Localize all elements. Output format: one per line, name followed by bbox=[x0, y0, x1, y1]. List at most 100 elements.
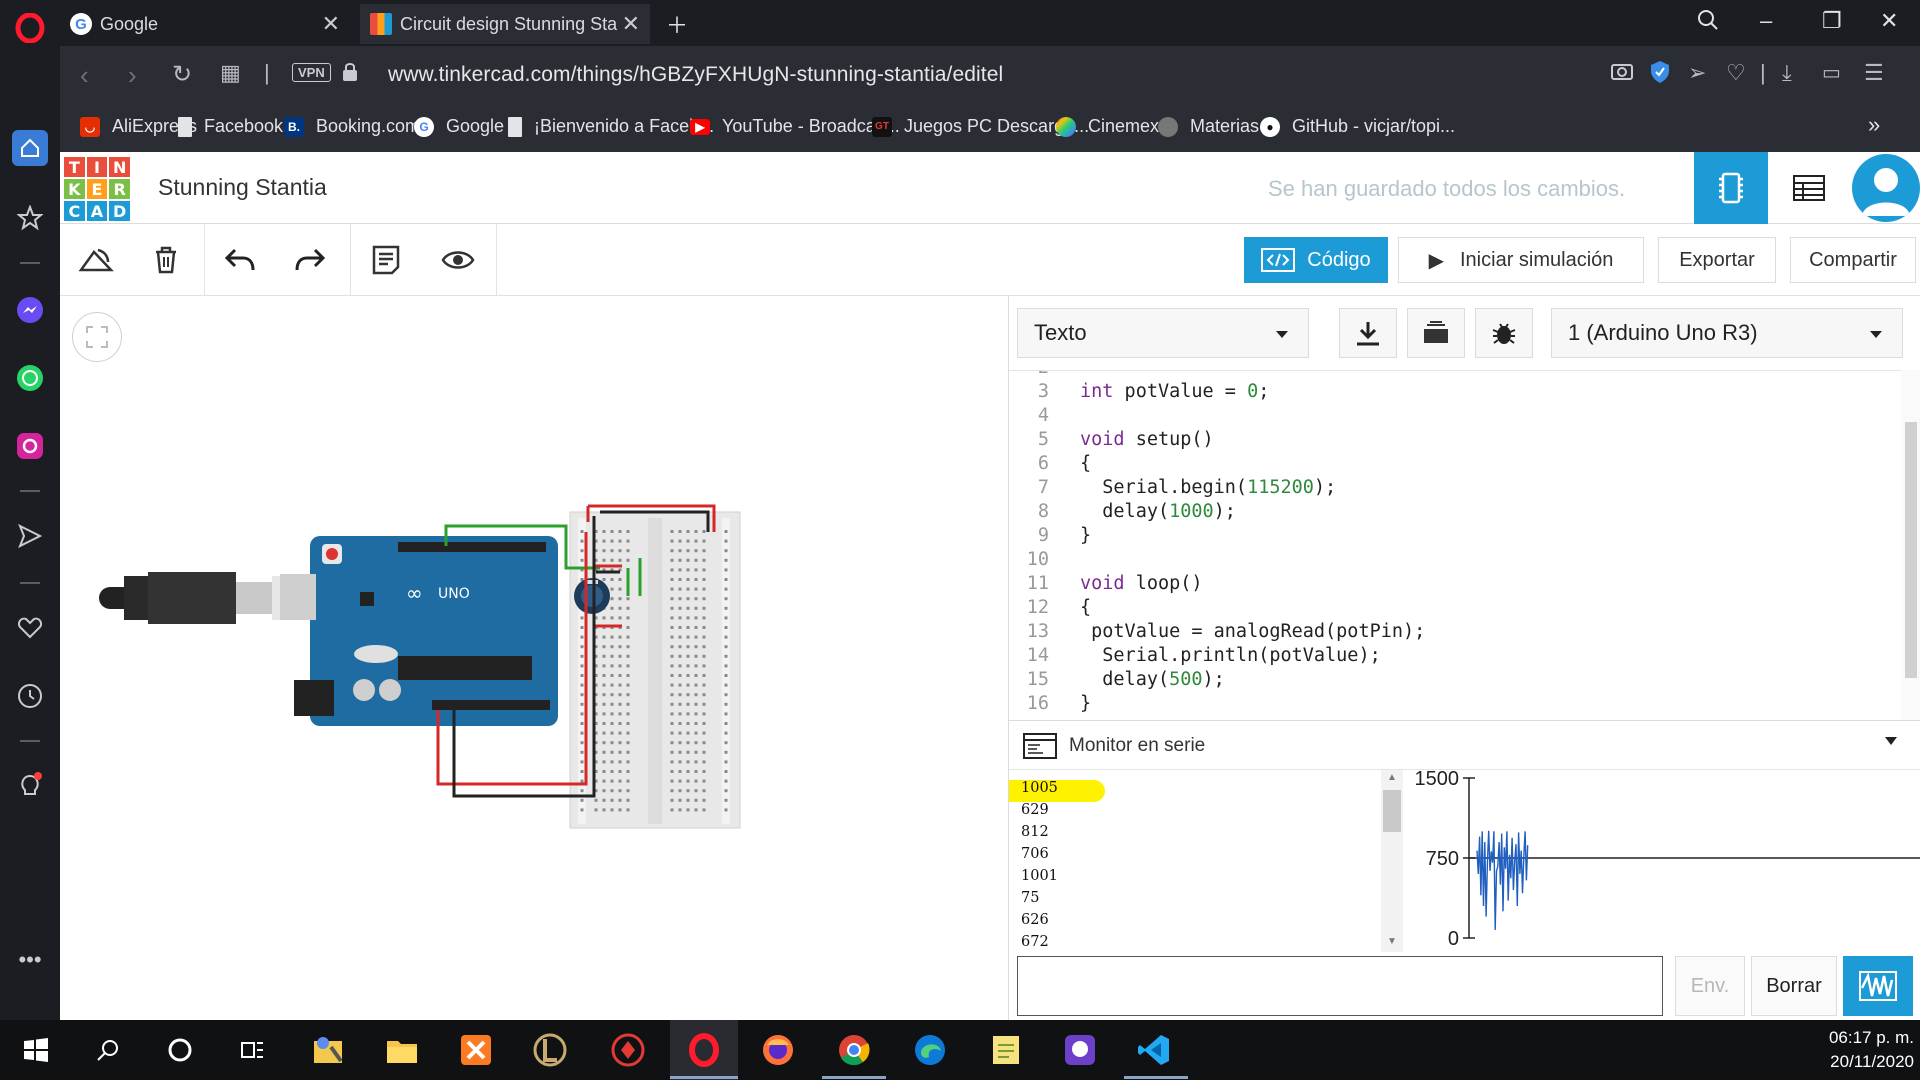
vscode-icon[interactable] bbox=[1134, 1030, 1174, 1070]
minimize-icon[interactable]: – bbox=[1760, 8, 1772, 34]
chevron-down-icon[interactable] bbox=[1885, 737, 1897, 745]
easy-setup-icon[interactable]: ☰ bbox=[1864, 60, 1884, 86]
task-view-icon[interactable] bbox=[232, 1030, 272, 1070]
notes-icon[interactable] bbox=[368, 244, 404, 276]
code-line[interactable]: 2 bbox=[1009, 371, 1889, 381]
code-line[interactable]: 14 Serial.println(potValue); bbox=[1009, 645, 1889, 669]
code-line[interactable]: 4 bbox=[1009, 405, 1889, 429]
bookmark-github[interactable]: ● GitHub - vicjar/topi... bbox=[1260, 116, 1455, 137]
close-tab-icon[interactable]: ✕ bbox=[622, 11, 640, 37]
send-icon[interactable] bbox=[10, 516, 50, 556]
code-line[interactable]: 16} bbox=[1009, 693, 1889, 717]
eye-icon[interactable] bbox=[440, 244, 476, 276]
tools-app-icon[interactable] bbox=[308, 1030, 348, 1070]
bookmark-youtube[interactable]: ▶ YouTube - Broadcas... bbox=[690, 116, 900, 137]
whatsapp-icon[interactable] bbox=[10, 358, 50, 398]
battery-icon[interactable]: ▭ bbox=[1822, 60, 1841, 85]
lightbulb-icon[interactable] bbox=[10, 766, 50, 806]
search-icon[interactable] bbox=[88, 1030, 128, 1070]
search-icon[interactable] bbox=[1696, 8, 1720, 38]
debugger-button[interactable] bbox=[1475, 308, 1533, 358]
download-icon[interactable]: ⤓ bbox=[1782, 60, 1792, 86]
more-icon[interactable]: ••• bbox=[10, 940, 50, 980]
close-tab-icon[interactable]: ✕ bbox=[322, 11, 340, 37]
tab-tinkercad[interactable]: Circuit design Stunning Sta ✕ bbox=[360, 4, 650, 44]
start-simulation-button[interactable]: ▶ Iniciar simulación bbox=[1398, 237, 1644, 283]
code-line[interactable]: 10 bbox=[1009, 549, 1889, 573]
code-line[interactable]: 7 Serial.begin(115200); bbox=[1009, 477, 1889, 501]
league-of-legends-icon[interactable] bbox=[530, 1030, 570, 1070]
github-desktop-icon[interactable] bbox=[1060, 1030, 1100, 1070]
download-code-button[interactable] bbox=[1339, 308, 1397, 358]
url-field[interactable]: www.tinkercad.com/things/hGBZyFXHUgN-stu… bbox=[388, 63, 1003, 87]
share-button[interactable]: Compartir bbox=[1790, 237, 1916, 283]
user-avatar[interactable] bbox=[1852, 154, 1920, 222]
potentiometer[interactable] bbox=[574, 578, 610, 614]
camera-icon[interactable] bbox=[1610, 60, 1634, 88]
close-window-icon[interactable]: ✕ bbox=[1880, 8, 1898, 34]
opera-menu-icon[interactable] bbox=[10, 8, 50, 48]
reload-icon[interactable]: ↻ bbox=[172, 60, 192, 89]
scroll-up-icon[interactable]: ▲ bbox=[1387, 772, 1397, 783]
shield-icon[interactable] bbox=[1650, 60, 1670, 91]
libraries-button[interactable] bbox=[1407, 308, 1465, 358]
delete-icon[interactable] bbox=[148, 244, 184, 276]
code-button[interactable]: Código bbox=[1244, 237, 1388, 283]
new-tab-icon[interactable]: ＋ bbox=[666, 8, 688, 40]
tinkercad-logo[interactable]: T I N K E R C A D bbox=[64, 157, 130, 221]
notepad-plus-icon[interactable] bbox=[986, 1030, 1026, 1070]
clear-button[interactable]: Borrar bbox=[1751, 956, 1837, 1016]
cortana-icon[interactable] bbox=[160, 1030, 200, 1070]
star-icon[interactable] bbox=[10, 198, 50, 238]
rotate-icon[interactable] bbox=[78, 244, 114, 276]
xampp-icon[interactable] bbox=[456, 1030, 496, 1070]
scrollbar-thumb[interactable] bbox=[1383, 790, 1401, 832]
code-line[interactable]: 6{ bbox=[1009, 453, 1889, 477]
scrollbar-thumb[interactable] bbox=[1905, 422, 1917, 678]
more-bookmarks-icon[interactable]: » bbox=[1868, 112, 1880, 138]
send-icon[interactable]: ➢ bbox=[1688, 60, 1706, 86]
code-line[interactable]: 12 { bbox=[1009, 597, 1889, 621]
history-icon[interactable] bbox=[10, 676, 50, 716]
file-explorer-icon[interactable] bbox=[382, 1030, 422, 1070]
code-editor[interactable]: 23int potValue = 0;45void setup()6{7 Ser… bbox=[1009, 370, 1913, 718]
bookmark-materias[interactable]: Materias bbox=[1158, 116, 1259, 137]
bookmark-facebook[interactable]: Facebook bbox=[178, 116, 283, 137]
bookmark-google[interactable]: G Google bbox=[414, 116, 504, 137]
code-line[interactable]: 13 potValue = analogRead(potPin); bbox=[1009, 621, 1889, 645]
code-line[interactable]: 8 delay(1000); bbox=[1009, 501, 1889, 525]
serial-scrollbar[interactable]: ▲ ▼ bbox=[1381, 770, 1403, 952]
opera-taskbar-icon[interactable] bbox=[670, 1020, 738, 1080]
scroll-down-icon[interactable]: ▼ bbox=[1387, 936, 1397, 947]
vpn-badge[interactable]: VPN bbox=[292, 63, 331, 82]
code-line[interactable]: 9} bbox=[1009, 525, 1889, 549]
bookmark-bienvenido[interactable]: ¡Bienvenido a Faceb... bbox=[508, 116, 714, 137]
editor-scrollbar[interactable] bbox=[1901, 370, 1920, 720]
design-title[interactable]: Stunning Stantia bbox=[158, 174, 327, 201]
game-launcher-icon[interactable] bbox=[608, 1030, 648, 1070]
code-line[interactable]: 11 void loop() bbox=[1009, 573, 1889, 597]
device-select[interactable]: 1 (Arduino Uno R3) bbox=[1551, 308, 1903, 358]
tab-google[interactable]: G Google ✕ bbox=[60, 4, 350, 44]
component-list-button[interactable] bbox=[1772, 152, 1846, 224]
bookmark-booking[interactable]: B. Booking.com bbox=[284, 116, 420, 137]
bookmark-cinemex[interactable]: Cinemex bbox=[1056, 116, 1159, 137]
redo-icon[interactable] bbox=[292, 244, 328, 276]
firefox-icon[interactable] bbox=[758, 1030, 798, 1070]
speed-dial-icon[interactable]: ▦ bbox=[220, 60, 241, 86]
code-line[interactable]: 15 delay(500); bbox=[1009, 669, 1889, 693]
undo-icon[interactable] bbox=[222, 244, 258, 276]
send-button[interactable]: Env. bbox=[1675, 956, 1745, 1016]
taskbar-clock[interactable]: 06:17 p. m. 20/11/2020 bbox=[1810, 1026, 1914, 1074]
heart-icon[interactable] bbox=[10, 608, 50, 648]
circuit-view-button[interactable] bbox=[1694, 152, 1768, 224]
serial-input-field[interactable] bbox=[1017, 956, 1663, 1016]
forward-icon[interactable]: › bbox=[128, 60, 137, 91]
messenger-icon[interactable] bbox=[10, 290, 50, 330]
export-button[interactable]: Exportar bbox=[1658, 237, 1776, 283]
heart-icon[interactable]: ♡ bbox=[1726, 60, 1746, 86]
serial-monitor-header[interactable]: Monitor en serie bbox=[1009, 720, 1920, 770]
code-line[interactable]: 3 int potValue = 0; bbox=[1009, 381, 1889, 405]
edge-icon[interactable] bbox=[910, 1030, 950, 1070]
graph-toggle-button[interactable] bbox=[1843, 956, 1913, 1016]
